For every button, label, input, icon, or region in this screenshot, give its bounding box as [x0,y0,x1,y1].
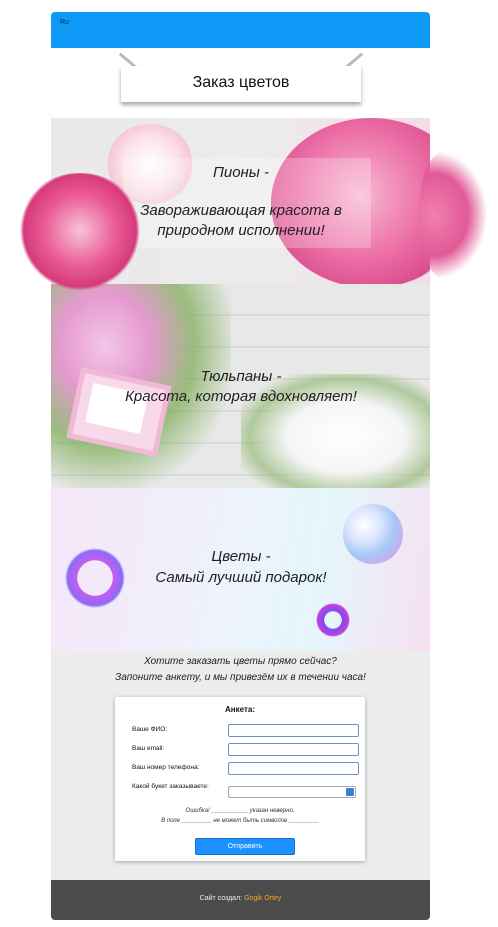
footer-author-link[interactable]: Gogik Ortey [244,895,281,902]
phone-label: Ваш номер телефона: [132,764,200,771]
email-input[interactable] [228,743,359,756]
gift-banner: Цветы - Самый лучший подарок! [51,488,430,652]
peony-overflow-image-right [420,150,488,280]
submit-button[interactable]: Отправить [195,838,295,855]
fio-input[interactable] [228,724,359,737]
banner-tulip-line2: Красота, которая вдохновляет! [125,388,357,405]
spiral-decoration-right [313,600,353,640]
form-title: Анкета: [225,705,255,714]
chevron-down-icon[interactable] [346,788,354,802]
banner-peony-line3: природном исполнении! [157,222,325,239]
banner-gift-line2: Самый лучший подарок! [155,569,327,586]
banner-tulip-line1: Тюльпаны - [200,368,282,385]
page-title: Заказ цветов [192,74,290,91]
bouquet-select[interactable] [228,786,356,802]
banner-gift-line1: Цветы - [211,548,271,565]
order-intro: Хотите заказать цветы прямо сейчас? Запо… [51,654,430,686]
order-form: Анкета: Ваше ФИО: Ваш email: Ваш номер т… [115,697,365,861]
tulip-banner: Тюльпаны - Красота, которая вдохновляет! [51,284,430,488]
top-bar: Ru [51,12,430,48]
page-container: Ru Заказ цветов Пионы - Завораживающая к… [51,12,430,920]
banner-peony-line1: Пионы - [212,164,269,181]
bouquet-label: Какой букет заказываете: [132,783,209,790]
peony-overflow-image [14,173,146,293]
intro-line1: Хотите заказать цветы прямо сейчас? [144,656,337,667]
intro-line2: Запоните анкету, и мы привезём их в тече… [115,672,366,683]
error-message-2: В поле _________ не может быть символов … [161,818,319,824]
footer-prefix: Сайт создал: [199,895,243,902]
footer-credit: Сайт создал: Gogik Ortey [51,895,430,902]
fio-label: Ваше ФИО: [132,726,168,733]
banner-peony-line2: Завораживающая красота в [140,202,342,219]
phone-input[interactable] [228,762,359,775]
header: Заказ цветов [51,48,430,118]
language-switch[interactable]: Ru [60,19,69,26]
footer: Сайт создал: Gogik Ortey [51,880,430,920]
error-message-1: Ошибка! ___________ указан неверно. [185,808,295,814]
email-label: Ваш email: [132,745,165,752]
title-banner: Заказ цветов [121,66,361,102]
